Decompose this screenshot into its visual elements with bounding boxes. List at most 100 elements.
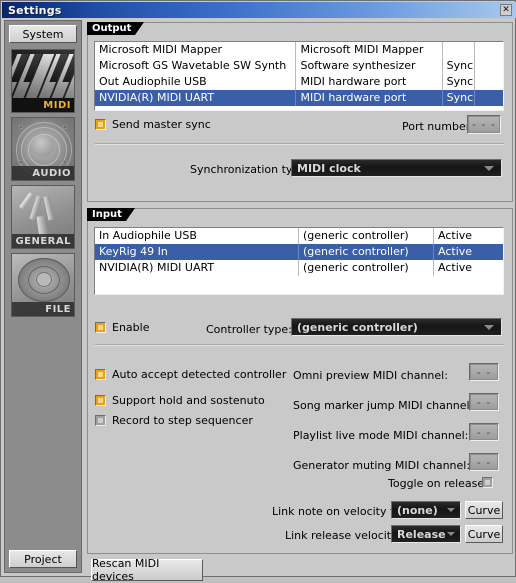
auto-accept-row[interactable]: Auto accept detected controller bbox=[95, 368, 286, 381]
cell-sync: Sync bbox=[443, 90, 476, 106]
input-group-label: Input bbox=[87, 208, 135, 221]
title-bar: Settings ✕ bbox=[2, 2, 516, 18]
divider bbox=[95, 143, 504, 145]
input-group: Input In Audiophile USB (generic control… bbox=[87, 208, 513, 554]
generator-muting-stepper[interactable]: - - bbox=[469, 453, 499, 471]
port-number-stepper[interactable]: - - - bbox=[467, 115, 501, 134]
divider bbox=[95, 344, 504, 346]
sidebar-item-file[interactable]: FILE bbox=[11, 253, 75, 317]
output-group: Output Microsoft MIDI Mapper Microsoft M… bbox=[87, 22, 513, 202]
record-step-sequencer-checkbox[interactable] bbox=[95, 415, 106, 426]
enable-row[interactable]: Enable bbox=[95, 321, 149, 334]
table-row[interactable]: NVIDIA(R) MIDI UART (generic controller)… bbox=[95, 260, 503, 276]
port-number-label: Port number: bbox=[402, 120, 474, 133]
table-row[interactable]: KeyRig 49 In (generic controller) Active bbox=[95, 244, 503, 260]
table-row[interactable]: NVIDIA(R) MIDI UART MIDI hardware port S… bbox=[95, 90, 503, 106]
cell-state: Active bbox=[438, 245, 473, 258]
link-release-velocity-value: Release bbox=[397, 527, 446, 541]
link-note-on-velocity-label: Link note on velocity to: bbox=[272, 505, 405, 518]
song-marker-label: Song marker jump MIDI channel: bbox=[293, 399, 474, 412]
sidebar-item-audio[interactable]: AUDIO bbox=[11, 117, 75, 181]
cell-type: Microsoft MIDI Mapper bbox=[296, 42, 443, 58]
support-hold-label: Support hold and sostenuto bbox=[112, 394, 265, 407]
song-marker-value: - - bbox=[470, 394, 498, 410]
sidebar-item-label: GENERAL bbox=[15, 236, 71, 247]
cell-type: (generic controller) bbox=[299, 260, 434, 276]
cell-device: In Audiophile USB bbox=[95, 228, 299, 244]
cell-extra bbox=[475, 90, 503, 106]
cell-type: (generic controller) bbox=[299, 244, 434, 260]
cell-extra bbox=[475, 42, 503, 58]
chevron-down-icon bbox=[447, 508, 455, 512]
sidebar-system-button[interactable]: System bbox=[9, 25, 77, 43]
record-step-sequencer-row[interactable]: Record to step sequencer bbox=[95, 414, 253, 427]
cell-sync: Sync bbox=[443, 58, 476, 74]
cell-state: Active bbox=[438, 229, 473, 242]
playlist-live-stepper[interactable]: - - bbox=[469, 423, 499, 441]
support-hold-row[interactable]: Support hold and sostenuto bbox=[95, 394, 265, 407]
link-note-on-velocity-value: (none) bbox=[397, 503, 438, 517]
cell-sync bbox=[443, 42, 476, 58]
omni-preview-stepper[interactable]: - - bbox=[469, 363, 499, 381]
link-note-on-velocity-dropdown[interactable]: (none) bbox=[391, 501, 461, 519]
close-icon[interactable]: ✕ bbox=[500, 4, 512, 16]
generator-muting-label: Generator muting MIDI channel: bbox=[293, 459, 471, 472]
controller-type-label: Controller type: bbox=[206, 323, 292, 336]
output-group-label: Output bbox=[87, 22, 146, 35]
link-release-velocity-dropdown[interactable]: Release bbox=[391, 525, 461, 543]
chevron-down-icon bbox=[484, 324, 494, 330]
toggle-on-release-row[interactable] bbox=[482, 475, 493, 488]
cell-device: NVIDIA(R) MIDI UART bbox=[95, 90, 297, 106]
sidebar-item-midi[interactable]: MIDI bbox=[11, 49, 75, 113]
cell-device: Out Audiophile USB bbox=[95, 74, 297, 90]
release-velocity-curve-button[interactable]: Curve bbox=[465, 525, 503, 543]
send-master-sync-checkbox[interactable] bbox=[95, 119, 106, 130]
cell-device: Microsoft GS Wavetable SW Synth bbox=[95, 58, 297, 74]
sidebar-project-button[interactable]: Project bbox=[9, 550, 77, 568]
settings-window: Settings ✕ System MIDI AUDIO GENERAL FIL… bbox=[0, 0, 516, 583]
output-device-list[interactable]: Microsoft MIDI Mapper Microsoft MIDI Map… bbox=[94, 41, 504, 111]
generator-muting-value: - - bbox=[470, 454, 498, 470]
cell-device: Microsoft MIDI Mapper bbox=[95, 42, 297, 58]
send-master-sync-label: Send master sync bbox=[112, 118, 211, 131]
toggle-on-release-checkbox[interactable] bbox=[482, 476, 493, 488]
window-title: Settings bbox=[8, 3, 62, 17]
song-marker-stepper[interactable]: - - bbox=[469, 393, 499, 411]
cell-type: (generic controller) bbox=[299, 228, 434, 244]
cell-type: MIDI hardware port bbox=[296, 74, 443, 90]
sidebar-item-general[interactable]: GENERAL bbox=[11, 185, 75, 249]
table-row[interactable]: Microsoft GS Wavetable SW Synth Software… bbox=[95, 58, 503, 74]
playlist-live-value: - - bbox=[470, 424, 498, 440]
input-device-list[interactable]: In Audiophile USB (generic controller) A… bbox=[94, 227, 504, 295]
chevron-down-icon bbox=[447, 532, 455, 536]
cell-extra bbox=[475, 74, 503, 90]
cell-state: Active bbox=[438, 261, 473, 274]
cell-device: KeyRig 49 In bbox=[95, 244, 299, 260]
table-row[interactable]: In Audiophile USB (generic controller) A… bbox=[95, 228, 503, 244]
main-panel: Output Microsoft MIDI Mapper Microsoft M… bbox=[87, 20, 513, 583]
enable-label: Enable bbox=[112, 321, 150, 334]
support-hold-checkbox[interactable] bbox=[95, 395, 106, 406]
enable-checkbox[interactable] bbox=[95, 322, 106, 333]
controller-type-dropdown[interactable]: (generic controller) bbox=[291, 318, 502, 336]
table-row[interactable]: Microsoft MIDI Mapper Microsoft MIDI Map… bbox=[95, 42, 503, 58]
sync-type-dropdown[interactable]: MIDI clock bbox=[291, 159, 502, 177]
auto-accept-checkbox[interactable] bbox=[95, 369, 106, 380]
controller-type-value: (generic controller) bbox=[297, 320, 418, 334]
record-step-sequencer-label: Record to step sequencer bbox=[112, 414, 253, 427]
sidebar: System MIDI AUDIO GENERAL FILE Project bbox=[4, 20, 82, 573]
cell-type: Software synthesizer bbox=[296, 58, 443, 74]
toggle-on-release-label: Toggle on release bbox=[388, 477, 485, 490]
omni-preview-label: Omni preview MIDI channel: bbox=[293, 369, 448, 382]
cell-sync: Sync bbox=[443, 74, 476, 90]
sidebar-item-label: MIDI bbox=[43, 100, 71, 111]
rescan-midi-devices-button[interactable]: Rescan MIDI devices bbox=[91, 557, 203, 583]
chevron-down-icon bbox=[484, 165, 494, 171]
cell-type: MIDI hardware port bbox=[296, 90, 443, 106]
note-on-velocity-curve-button[interactable]: Curve bbox=[465, 501, 503, 519]
sidebar-item-label: FILE bbox=[45, 304, 71, 315]
omni-preview-value: - - bbox=[470, 364, 498, 380]
table-row[interactable]: Out Audiophile USB MIDI hardware port Sy… bbox=[95, 74, 503, 90]
send-master-sync-row[interactable]: Send master sync bbox=[95, 118, 211, 131]
sync-type-value: MIDI clock bbox=[297, 161, 361, 175]
